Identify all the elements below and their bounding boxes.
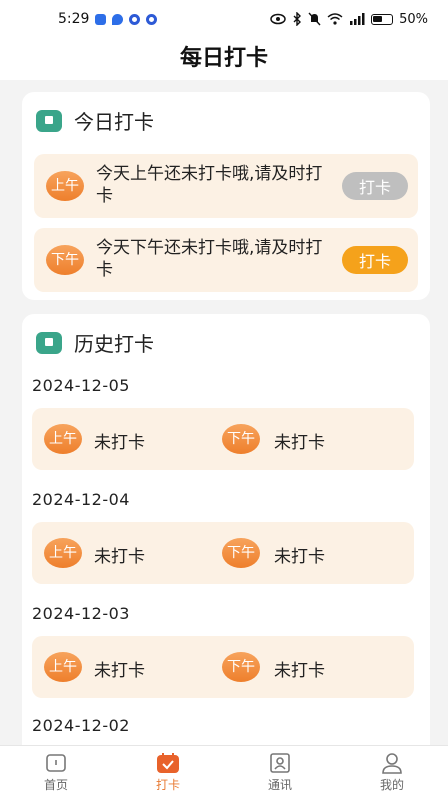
history-row: 上午 未打卡 下午 未打卡 — [32, 636, 414, 698]
pm-status: 未打卡 — [274, 661, 325, 681]
today-card-title: 今日打卡 — [36, 106, 154, 135]
history-card-title: 历史打卡 — [36, 328, 154, 357]
am-status: 未打卡 — [94, 661, 145, 681]
today-pm-message: 今天下午还未打卡哦,请及时打卡 — [96, 238, 323, 280]
history-row: 上午 未打卡 下午 未打卡 — [32, 522, 414, 584]
nav-profile[interactable]: 我的 — [336, 746, 448, 797]
bluetooth-icon — [293, 12, 302, 26]
history-date: 2024-12-03 — [32, 604, 130, 623]
am-badge: 上午 — [44, 538, 82, 568]
nav-profile-label: 我的 — [379, 777, 404, 792]
home-icon — [46, 753, 66, 772]
nav-contacts-label: 通讯 — [267, 777, 292, 792]
pm-badge: 下午 — [222, 538, 260, 568]
punch-card-icon — [36, 331, 62, 354]
content-area[interactable]: 今日打卡 上午 今天上午还未打卡哦,请及时打卡 打卡 下午 今天下午还未打卡哦,… — [0, 80, 448, 745]
contacts-icon — [270, 752, 290, 773]
pm-status: 未打卡 — [274, 433, 325, 453]
user-icon — [382, 752, 402, 774]
bottom-nav: 首页 打卡 通讯 我的 — [0, 745, 448, 797]
pm-status: 未打卡 — [274, 547, 325, 567]
calendar-check-icon — [157, 752, 179, 773]
nav-punch-label: 打卡 — [155, 777, 180, 792]
pm-badge: 下午 — [46, 245, 84, 275]
history-date: 2024-12-02 — [32, 716, 130, 735]
today-title-text: 今日打卡 — [74, 110, 154, 134]
pm-punch-button[interactable]: 打卡 — [342, 246, 408, 274]
today-am-row: 上午 今天上午还未打卡哦,请及时打卡 打卡 — [34, 154, 418, 218]
nav-home-label: 首页 — [43, 777, 68, 792]
today-am-message: 今天上午还未打卡哦,请及时打卡 — [96, 164, 323, 206]
history-title-text: 历史打卡 — [74, 332, 154, 356]
pm-badge: 下午 — [222, 424, 260, 454]
app-notification-icon — [95, 13, 107, 25]
nav-contacts[interactable]: 通讯 — [224, 746, 336, 797]
wifi-icon — [327, 13, 343, 25]
am-status: 未打卡 — [94, 433, 145, 453]
status-right: 50% — [270, 12, 428, 27]
nav-punch[interactable]: 打卡 — [112, 746, 224, 797]
ring-notification-icon-2 — [146, 13, 158, 25]
am-badge: 上午 — [46, 171, 84, 201]
punch-card-icon — [36, 109, 62, 132]
history-card: 历史打卡 2024-12-05 上午 未打卡 下午 未打卡 2024-12-04… — [22, 314, 430, 745]
status-left: 5:29 — [58, 11, 158, 27]
am-badge: 上午 — [44, 652, 82, 682]
signal-icon — [350, 13, 365, 25]
history-date: 2024-12-05 — [32, 376, 130, 395]
nav-home[interactable]: 首页 — [0, 746, 112, 797]
battery-icon — [371, 13, 394, 25]
status-bar: 5:29 50% — [0, 0, 448, 38]
battery-percent: 50% — [399, 11, 428, 27]
page-title: 每日打卡 — [0, 38, 448, 80]
message-notification-icon — [112, 13, 124, 25]
today-card: 今日打卡 上午 今天上午还未打卡哦,请及时打卡 打卡 下午 今天下午还未打卡哦,… — [22, 92, 430, 300]
pm-badge: 下午 — [222, 652, 260, 682]
today-pm-row: 下午 今天下午还未打卡哦,请及时打卡 打卡 — [34, 228, 418, 292]
am-status: 未打卡 — [94, 547, 145, 567]
am-punch-button[interactable]: 打卡 — [342, 172, 408, 200]
status-time: 5:29 — [58, 11, 90, 27]
am-badge: 上午 — [44, 424, 82, 454]
ring-notification-icon — [129, 13, 141, 25]
history-row: 上午 未打卡 下午 未打卡 — [32, 408, 414, 470]
eye-icon — [270, 13, 286, 25]
history-date: 2024-12-04 — [32, 490, 130, 509]
mute-icon — [308, 12, 321, 26]
